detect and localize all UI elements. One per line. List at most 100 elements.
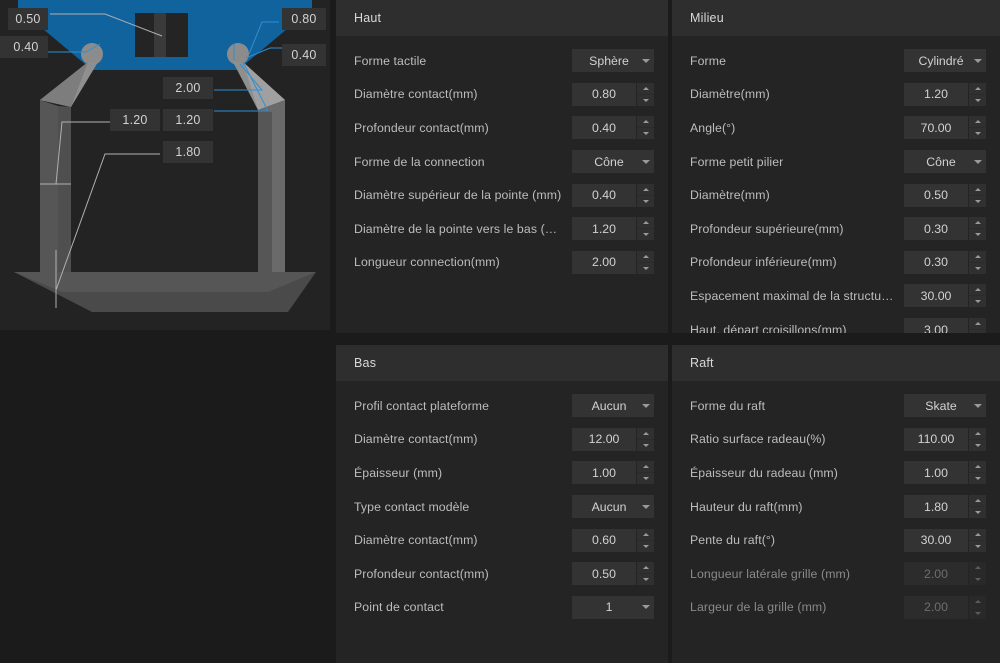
spinner-up-icon[interactable] xyxy=(637,183,654,195)
spinbox-longueur-connection[interactable]: 2.00 xyxy=(572,250,654,274)
spinbox-value-pente-du-raft[interactable]: 30.00 xyxy=(904,528,968,552)
spinner-down-icon[interactable] xyxy=(969,94,986,106)
spinbox-value-hauteur-depart-croisillons[interactable]: 3.00 xyxy=(904,318,968,333)
spinbox-epaisseur-du-radeau[interactable]: 1.00 xyxy=(904,461,986,485)
spinner-down-icon[interactable] xyxy=(969,262,986,274)
spinbox-profondeur-inferieure[interactable]: 0.30 xyxy=(904,250,986,274)
spinner-down-icon[interactable] xyxy=(969,473,986,485)
spinner-down-icon[interactable] xyxy=(969,507,986,519)
label-hauteur-depart-croisillons: Haut. départ croisillons(mm) xyxy=(690,322,847,333)
spinner-up-icon[interactable] xyxy=(637,82,654,94)
spinbox-value-epaisseur-du-radeau[interactable]: 1.00 xyxy=(904,461,968,485)
spinbox-diametre-pointe-bas[interactable]: 1.20 xyxy=(572,217,654,241)
spinner-up-icon[interactable] xyxy=(637,461,654,473)
spinbox-value-epaisseur[interactable]: 1.00 xyxy=(572,461,636,485)
spinner-up-icon[interactable] xyxy=(637,427,654,439)
spinner-down-icon[interactable] xyxy=(637,229,654,241)
spinner-up-icon[interactable] xyxy=(969,250,986,262)
spinner-up-icon[interactable] xyxy=(637,562,654,574)
spinner-up-icon[interactable] xyxy=(637,116,654,128)
spinbox-value-diametre[interactable]: 1.20 xyxy=(904,82,968,106)
spinbox-diametre-contact-plateforme[interactable]: 12.00 xyxy=(572,427,654,451)
spinner-up-icon[interactable] xyxy=(637,250,654,262)
spinner-up-icon[interactable] xyxy=(637,528,654,540)
dropdown-forme[interactable]: Cylindré xyxy=(904,49,986,73)
dropdown-forme-connection[interactable]: Cône xyxy=(572,150,654,174)
spinbox-value-longueur-connection[interactable]: 2.00 xyxy=(572,250,636,274)
spinbox-hauteur-depart-croisillons[interactable]: 3.00 xyxy=(904,318,986,333)
spinbox-espacement-maximal-structure[interactable]: 30.00 xyxy=(904,284,986,308)
spinner-up-icon[interactable] xyxy=(969,318,986,330)
spinner-down-icon[interactable] xyxy=(969,128,986,140)
spinbox-value-diametre-contact-modele[interactable]: 0.60 xyxy=(572,528,636,552)
spinner-down-icon[interactable] xyxy=(637,195,654,207)
spinner-up-icon[interactable] xyxy=(969,284,986,296)
spinner-up-icon[interactable] xyxy=(969,427,986,439)
chevron-down-icon[interactable] xyxy=(638,504,654,509)
spinbox-value-angle[interactable]: 70.00 xyxy=(904,116,968,140)
spinbox-value-diametre-contact-plateforme[interactable]: 12.00 xyxy=(572,427,636,451)
spinbox-profondeur-superieure[interactable]: 0.30 xyxy=(904,217,986,241)
spinbox-hauteur-du-raft[interactable]: 1.80 xyxy=(904,495,986,519)
spinbox-diametre-contact[interactable]: 0.80 xyxy=(572,82,654,106)
chevron-down-icon[interactable] xyxy=(638,605,654,610)
spinner-down-icon[interactable] xyxy=(637,439,654,451)
dropdown-forme-petit-pilier[interactable]: Cône xyxy=(904,150,986,174)
spinner-down-icon[interactable] xyxy=(637,540,654,552)
spinbox-value-diametre-superieur-pointe[interactable]: 0.40 xyxy=(572,183,636,207)
chevron-down-icon[interactable] xyxy=(970,58,986,63)
spinner-up-icon[interactable] xyxy=(969,461,986,473)
chevron-down-icon[interactable] xyxy=(638,403,654,408)
spinbox-value-diametre-pointe-bas[interactable]: 1.20 xyxy=(572,217,636,241)
spinbox-diametre-contact-modele[interactable]: 0.60 xyxy=(572,528,654,552)
spinbox-ratio-surface-radeau[interactable]: 110.00 xyxy=(904,427,986,451)
spinner-up-icon[interactable] xyxy=(969,183,986,195)
dropdown-point-de-contact[interactable]: 1 xyxy=(572,595,654,619)
spinbox-value-diametre-contact[interactable]: 0.80 xyxy=(572,82,636,106)
spinner-up-icon[interactable] xyxy=(969,82,986,94)
spinbox-pente-du-raft[interactable]: 30.00 xyxy=(904,528,986,552)
support-preview-viewport[interactable]: 0.50 0.40 0.80 0.40 2.00 1.20 1.20 1.80 xyxy=(0,0,330,330)
row-diametre-superieur-pointe: Diamètre supérieur de la pointe (mm) 0.40 xyxy=(354,178,654,212)
chevron-down-icon[interactable] xyxy=(638,58,654,63)
spinner-down-icon[interactable] xyxy=(969,229,986,241)
spinner-down-icon[interactable] xyxy=(637,574,654,586)
spinbox-profondeur-contact[interactable]: 0.40 xyxy=(572,116,654,140)
spinner-up-icon[interactable] xyxy=(969,528,986,540)
row-diametre: Diamètre(mm) 1.20 xyxy=(690,78,986,112)
spinbox-diametre-superieur-pointe[interactable]: 0.40 xyxy=(572,183,654,207)
spinner-down-icon[interactable] xyxy=(969,439,986,451)
spinbox-value-espacement-maximal-structure[interactable]: 30.00 xyxy=(904,284,968,308)
spinbox-value-profondeur-inferieure[interactable]: 0.30 xyxy=(904,250,968,274)
spinner-down-icon[interactable] xyxy=(637,473,654,485)
chevron-down-icon[interactable] xyxy=(970,403,986,408)
spinbox-diametre-petit-pilier[interactable]: 0.50 xyxy=(904,183,986,207)
spinner-up-icon[interactable] xyxy=(969,217,986,229)
spinner-down-icon[interactable] xyxy=(969,195,986,207)
spinbox-profondeur-contact-modele[interactable]: 0.50 xyxy=(572,562,654,586)
spinner-down-icon[interactable] xyxy=(969,540,986,552)
spinbox-value-profondeur-contact[interactable]: 0.40 xyxy=(572,116,636,140)
spinbox-epaisseur[interactable]: 1.00 xyxy=(572,461,654,485)
dropdown-forme-tactile[interactable]: Sphère xyxy=(572,49,654,73)
spinner-down-icon[interactable] xyxy=(969,296,986,308)
spinbox-value-diametre-petit-pilier[interactable]: 0.50 xyxy=(904,183,968,207)
spinbox-value-hauteur-du-raft[interactable]: 1.80 xyxy=(904,495,968,519)
spinbox-diametre[interactable]: 1.20 xyxy=(904,82,986,106)
spinner-down-icon[interactable] xyxy=(637,94,654,106)
spinner-down-icon[interactable] xyxy=(637,128,654,140)
spinner-up-icon[interactable] xyxy=(969,495,986,507)
dropdown-forme-du-raft[interactable]: Skate xyxy=(904,394,986,418)
spinner-down-icon[interactable] xyxy=(969,330,986,333)
spinbox-angle[interactable]: 70.00 xyxy=(904,116,986,140)
spinbox-value-profondeur-superieure[interactable]: 0.30 xyxy=(904,217,968,241)
spinbox-value-profondeur-contact-modele[interactable]: 0.50 xyxy=(572,562,636,586)
dropdown-type-contact-modele[interactable]: Aucun xyxy=(572,495,654,519)
dropdown-profil-contact-plateforme[interactable]: Aucun xyxy=(572,394,654,418)
spinner-down-icon[interactable] xyxy=(637,262,654,274)
chevron-down-icon[interactable] xyxy=(638,159,654,164)
chevron-down-icon[interactable] xyxy=(970,159,986,164)
spinner-up-icon[interactable] xyxy=(969,116,986,128)
spinbox-value-ratio-surface-radeau[interactable]: 110.00 xyxy=(904,427,968,451)
spinner-up-icon[interactable] xyxy=(637,217,654,229)
